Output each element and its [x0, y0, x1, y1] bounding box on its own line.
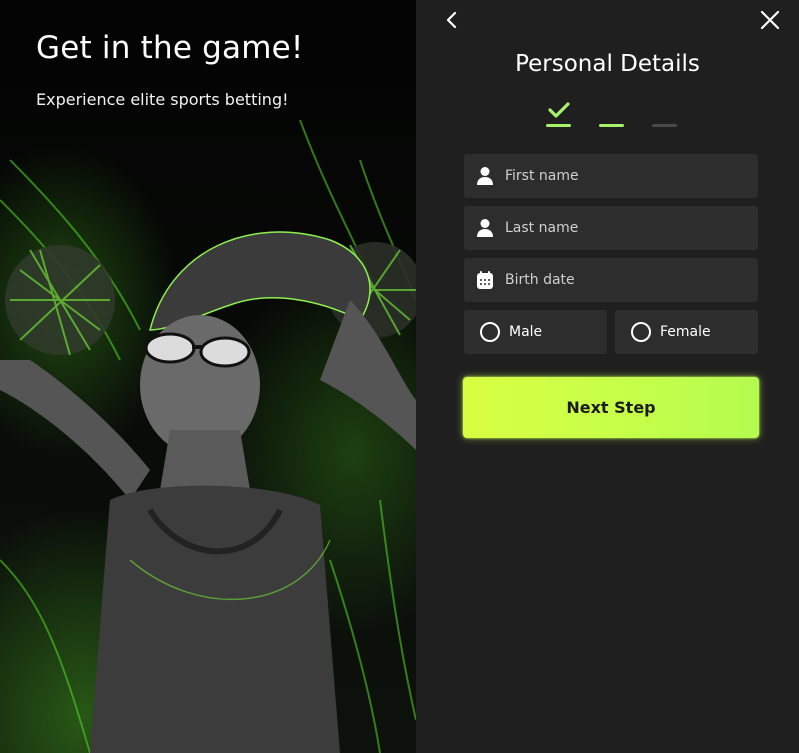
hero-subtitle: Experience elite sports betting!	[36, 90, 289, 109]
step-2-indicator	[599, 124, 624, 127]
gender-option-male[interactable]: Male	[464, 310, 607, 354]
first-name-field[interactable]	[464, 154, 758, 198]
pom-pom-left	[5, 245, 115, 356]
radio-circle[interactable]	[480, 322, 500, 342]
last-name-field[interactable]	[464, 206, 758, 250]
first-name-input[interactable]	[505, 168, 745, 184]
gender-label-male: Male	[509, 324, 543, 340]
hero-panel: Get in the game! Experience elite sports…	[0, 0, 416, 753]
hero-image	[0, 119, 416, 753]
birth-date-input[interactable]	[505, 272, 745, 288]
check-icon	[548, 102, 570, 118]
gender-option-female[interactable]: Female	[615, 310, 758, 354]
page-title: Personal Details	[515, 51, 700, 77]
birth-date-field[interactable]	[464, 258, 758, 302]
hero-title: Get in the game!	[36, 30, 304, 66]
step-indicator	[545, 102, 677, 130]
chevron-left-icon	[446, 11, 457, 29]
back-button[interactable]	[438, 6, 466, 34]
last-name-input[interactable]	[505, 220, 745, 236]
step-3-indicator	[652, 124, 677, 127]
radio-circle[interactable]	[631, 322, 651, 342]
user-icon	[476, 218, 494, 238]
next-step-button[interactable]: Next Step	[463, 377, 759, 438]
calendar-icon	[476, 270, 494, 290]
close-icon	[760, 10, 780, 30]
signup-panel: Personal Details First name Last name Bi…	[416, 0, 799, 753]
close-button[interactable]	[756, 6, 784, 34]
gender-label-female: Female	[660, 324, 711, 340]
step-1-indicator	[546, 124, 571, 127]
user-icon	[476, 166, 494, 186]
